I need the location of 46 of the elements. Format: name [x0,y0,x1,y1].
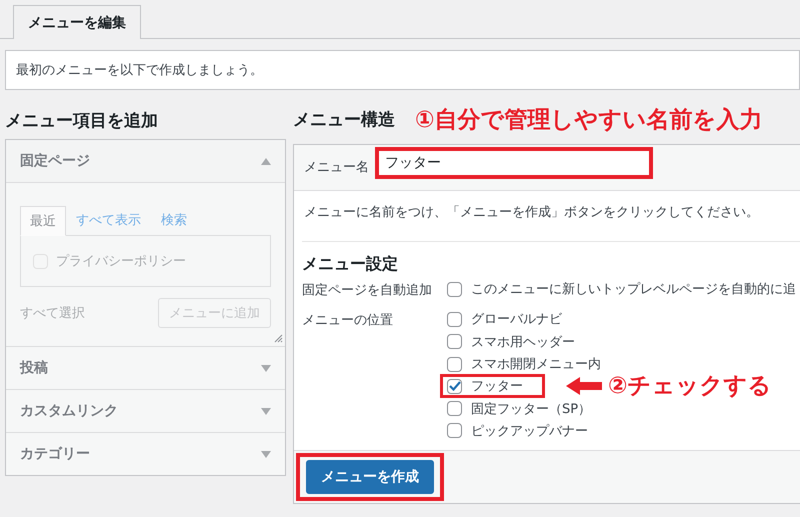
checkbox[interactable] [447,356,462,372]
tab[interactable]: すべて表示 [66,205,151,235]
checkmark-icon [448,381,460,392]
accordion-header[interactable]: 投稿 [6,347,285,389]
expand-icon [261,450,271,458]
checkbox-label: このメニューに新しいトップレベルページを自動的に追 [471,281,796,298]
accordion-title: 投稿 [20,359,48,377]
annotation-text: ①自分で管理しやすい名前を入力 [415,106,762,135]
field-label: メニュー名 [304,159,369,176]
instruction-text: メニューに名前をつけ、「メニューを作成」ボタンをクリックしてください。 [303,204,760,222]
create-menu-button[interactable]: メニューを作成 [306,460,434,494]
checkbox[interactable] [447,334,462,350]
checkbox[interactable] [447,312,462,327]
checkbox-label: スマホ用ヘッダー [471,334,575,351]
select-all-label[interactable]: すべて選択 [20,304,85,322]
collapse-icon [261,158,271,164]
setting-label: 固定ページを自動追加 [302,282,433,300]
menu-name-field[interactable]: フッター [379,151,649,175]
accordion-header[interactable]: カテゴリー [6,433,285,475]
tab[interactable]: メニューを編集 [13,5,141,39]
checkbox[interactable] [447,378,462,394]
expand-icon [261,364,271,372]
checkbox-label: プライバシーポリシー [56,253,186,270]
setting-label: メニューの位置 [302,312,394,330]
expand-icon [261,408,271,414]
settings-heading: メニュー設定 [302,252,399,274]
notice-message: 最初のメニューを以下で作成しましょう。 [5,50,800,90]
checkbox-label: グローバルナビ [471,311,562,328]
tab[interactable]: 検索 [151,205,197,235]
annotation-text: ②チェックする [608,372,772,402]
checkbox-label: スマホ開閉メニュー内 [471,356,601,374]
section-heading: メニュー項目を追加 [5,110,158,132]
checkbox-label: 固定フッター（SP） [471,400,592,418]
checkbox[interactable] [447,401,462,416]
tab[interactable]: 最近 [20,206,66,236]
accordion-title: カスタムリンク [20,402,118,420]
checkbox-label: ピックアップバナー [471,422,588,440]
accordion-title: カテゴリー [20,445,90,463]
accordion-title: 固定ページ [20,152,90,170]
checkbox[interactable] [447,282,462,297]
pointer-arrow [566,376,602,396]
section-heading: メニュー構造 [293,109,395,131]
accordion-header[interactable]: カスタムリンク [6,390,285,432]
checkbox-label: フッター [471,378,523,396]
checkbox[interactable] [447,423,462,438]
resize-grip-icon[interactable] [274,334,283,343]
